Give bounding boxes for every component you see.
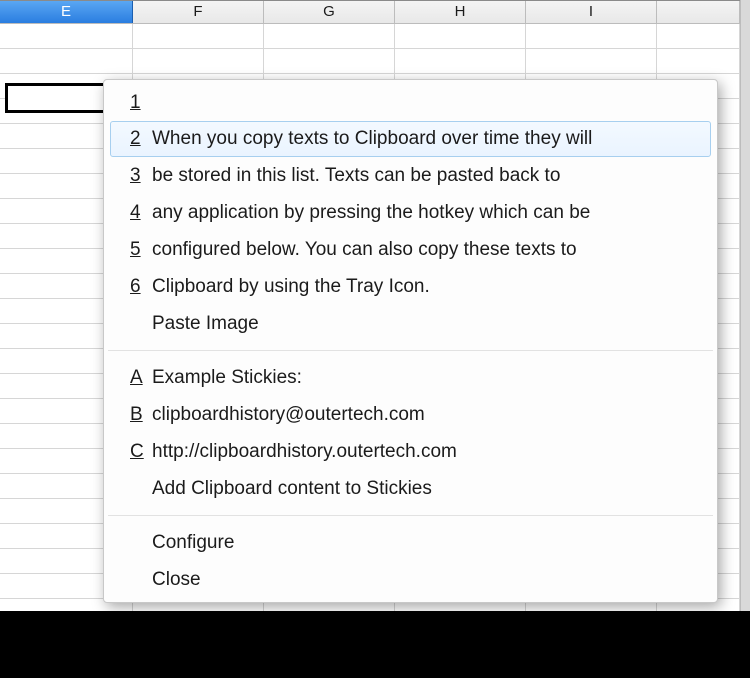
menu-item-label: Example Stickies: (152, 367, 302, 389)
menu-item[interactable]: 3 be stored in this list. Texts can be pa… (104, 157, 717, 194)
menu-item[interactable]: Configure (104, 524, 717, 561)
menu-item-mnemonic: A (130, 367, 144, 389)
menu-item[interactable]: Paste Image (104, 305, 717, 342)
menu-item-label: Configure (152, 532, 234, 554)
menu-item-label: clipboardhistory@outertech.com (152, 404, 425, 426)
column-header-extra[interactable] (657, 1, 740, 23)
clipboard-history-context-menu[interactable]: 1 2 When you copy texts to Clipboard over … (103, 79, 718, 603)
column-header-H[interactable]: H (395, 1, 526, 23)
menu-item-label: any application by pressing the hotkey w… (152, 202, 590, 224)
menu-separator (108, 350, 713, 351)
menu-item-label: Clipboard by using the Tray Icon. (152, 276, 430, 298)
grid-row (0, 24, 740, 49)
menu-item-mnemonic: 3 (130, 165, 144, 187)
cell[interactable] (526, 24, 657, 49)
menu-item-label: configured below. You can also copy thes… (152, 239, 577, 261)
menu-item[interactable]: Close (104, 561, 717, 598)
menu-item-label: Paste Image (152, 313, 259, 335)
cell[interactable] (0, 24, 133, 49)
column-header-F[interactable]: F (133, 1, 264, 23)
column-header-E[interactable]: E (0, 1, 133, 23)
cell[interactable] (0, 49, 133, 74)
menu-item-mnemonic: 5 (130, 239, 144, 261)
right-edge-strip (740, 0, 750, 611)
menu-item-label: be stored in this list. Texts can be pas… (152, 165, 560, 187)
menu-item-mnemonic: 1 (130, 92, 144, 114)
menu-item[interactable]: Add Clipboard content to Stickies (104, 470, 717, 507)
menu-item-mnemonic: 2 (130, 128, 144, 150)
menu-item-label: http://clipboardhistory.outertech.com (152, 441, 457, 463)
menu-item-label: Add Clipboard content to Stickies (152, 478, 432, 500)
column-headers-row: EFGHI (0, 0, 740, 24)
menu-item[interactable]: Bclipboardhistory@outertech.com (104, 396, 717, 433)
column-header-I[interactable]: I (526, 1, 657, 23)
menu-item[interactable]: 2 When you copy texts to Clipboard over t… (110, 121, 711, 157)
menu-item-mnemonic: 6 (130, 276, 144, 298)
cell[interactable] (526, 49, 657, 74)
menu-item[interactable]: 6 Clipboard by using the Tray Icon. (104, 268, 717, 305)
grid-row (0, 49, 740, 74)
column-header-G[interactable]: G (264, 1, 395, 23)
cell[interactable] (395, 49, 526, 74)
bottom-black-strip (0, 611, 750, 678)
menu-item[interactable]: 1 (104, 84, 717, 121)
cell[interactable] (133, 24, 264, 49)
menu-item-mnemonic: 4 (130, 202, 144, 224)
cell[interactable] (657, 24, 740, 49)
cell[interactable] (264, 24, 395, 49)
menu-item-label: When you copy texts to Clipboard over ti… (152, 128, 592, 150)
menu-item-mnemonic: B (130, 404, 144, 426)
cell[interactable] (133, 49, 264, 74)
menu-item-mnemonic: C (130, 441, 144, 463)
menu-item[interactable]: Chttp://clipboardhistory.outertech.com (104, 433, 717, 470)
menu-item[interactable]: 5 configured below. You can also copy the… (104, 231, 717, 268)
menu-item[interactable]: 4 any application by pressing the hotkey … (104, 194, 717, 231)
menu-item-label: Close (152, 569, 201, 591)
cell[interactable] (395, 24, 526, 49)
cell[interactable] (264, 49, 395, 74)
cell[interactable] (657, 49, 740, 74)
menu-separator (108, 515, 713, 516)
menu-item[interactable]: A Example Stickies: (104, 359, 717, 396)
